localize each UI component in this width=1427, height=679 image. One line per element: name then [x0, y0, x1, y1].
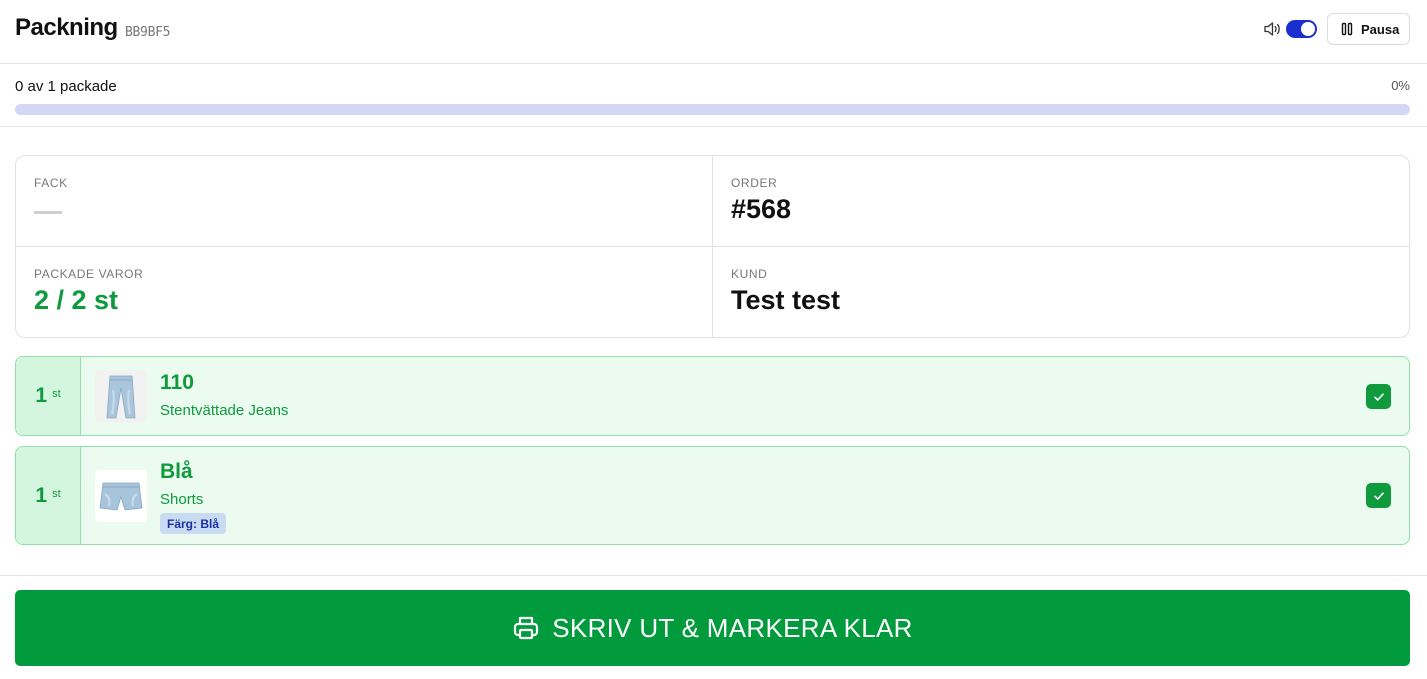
pack-item[interactable]: 1 st Blå Shorts Färg: Blå	[15, 446, 1410, 545]
order-label: ORDER	[731, 176, 778, 190]
customer-cell: KUND Test test	[713, 247, 1409, 337]
fack-cell: FACK	[16, 156, 713, 247]
page-title: Packning	[15, 14, 118, 41]
progress-section: 0 av 1 packade 0%	[0, 64, 1427, 127]
color-attribute-badge: Färg: Blå	[160, 513, 227, 534]
item-quantity-number: 1	[35, 483, 48, 507]
packed-items-label: PACKADE VAROR	[34, 267, 144, 281]
session-code: BB9BF5	[125, 25, 171, 40]
fack-empty-dash	[34, 211, 62, 214]
app-header: Packning BB9BF5 Pausa	[0, 0, 1427, 64]
item-checkbox[interactable]	[1366, 483, 1391, 508]
customer-label: KUND	[731, 267, 768, 281]
item-subtitle: Stentvättade Jeans	[160, 402, 289, 419]
footer-divider	[0, 575, 1427, 576]
progress-percent: 0%	[1391, 78, 1410, 93]
order-cell: ORDER #568	[713, 156, 1409, 247]
print-button-label: SKRIV UT & MARKERA KLAR	[552, 612, 913, 643]
sound-toggle[interactable]	[1286, 20, 1317, 38]
print-and-complete-button[interactable]: SKRIV UT & MARKERA KLAR	[15, 590, 1410, 666]
item-quantity-unit: st	[52, 388, 61, 400]
item-quantity: 1 st	[16, 447, 81, 544]
item-title: Blå	[160, 460, 193, 483]
fack-label: FACK	[34, 176, 68, 190]
customer-name: Test test	[731, 285, 841, 315]
packed-items-cell: PACKADE VAROR 2 / 2 st	[16, 247, 713, 337]
item-quantity: 1 st	[16, 357, 81, 435]
check-icon	[1373, 491, 1384, 500]
order-info-grid: FACK ORDER #568 PACKADE VAROR 2 / 2 st K…	[15, 155, 1410, 338]
pack-item[interactable]: 1 st 110 Stentvättade Jeans	[15, 356, 1410, 436]
pause-icon	[1341, 22, 1353, 36]
item-quantity-unit: st	[52, 487, 61, 500]
progress-text: 0 av 1 packade	[15, 78, 117, 95]
order-number: #568	[731, 194, 792, 224]
item-checkbox[interactable]	[1366, 384, 1391, 409]
pause-button[interactable]: Pausa	[1327, 13, 1410, 45]
product-image-shorts	[95, 470, 147, 522]
toggle-knob	[1301, 22, 1315, 36]
item-title: 110	[160, 371, 194, 394]
packed-items-count: 2 / 2 st	[34, 285, 119, 315]
item-subtitle: Shorts	[160, 491, 204, 508]
item-quantity-number: 1	[35, 384, 48, 407]
pause-label: Pausa	[1361, 21, 1400, 37]
printer-icon	[514, 616, 539, 640]
speaker-icon[interactable]	[1263, 20, 1283, 38]
progress-bar	[15, 104, 1410, 115]
product-image-jeans	[95, 370, 147, 422]
check-icon	[1373, 392, 1384, 401]
